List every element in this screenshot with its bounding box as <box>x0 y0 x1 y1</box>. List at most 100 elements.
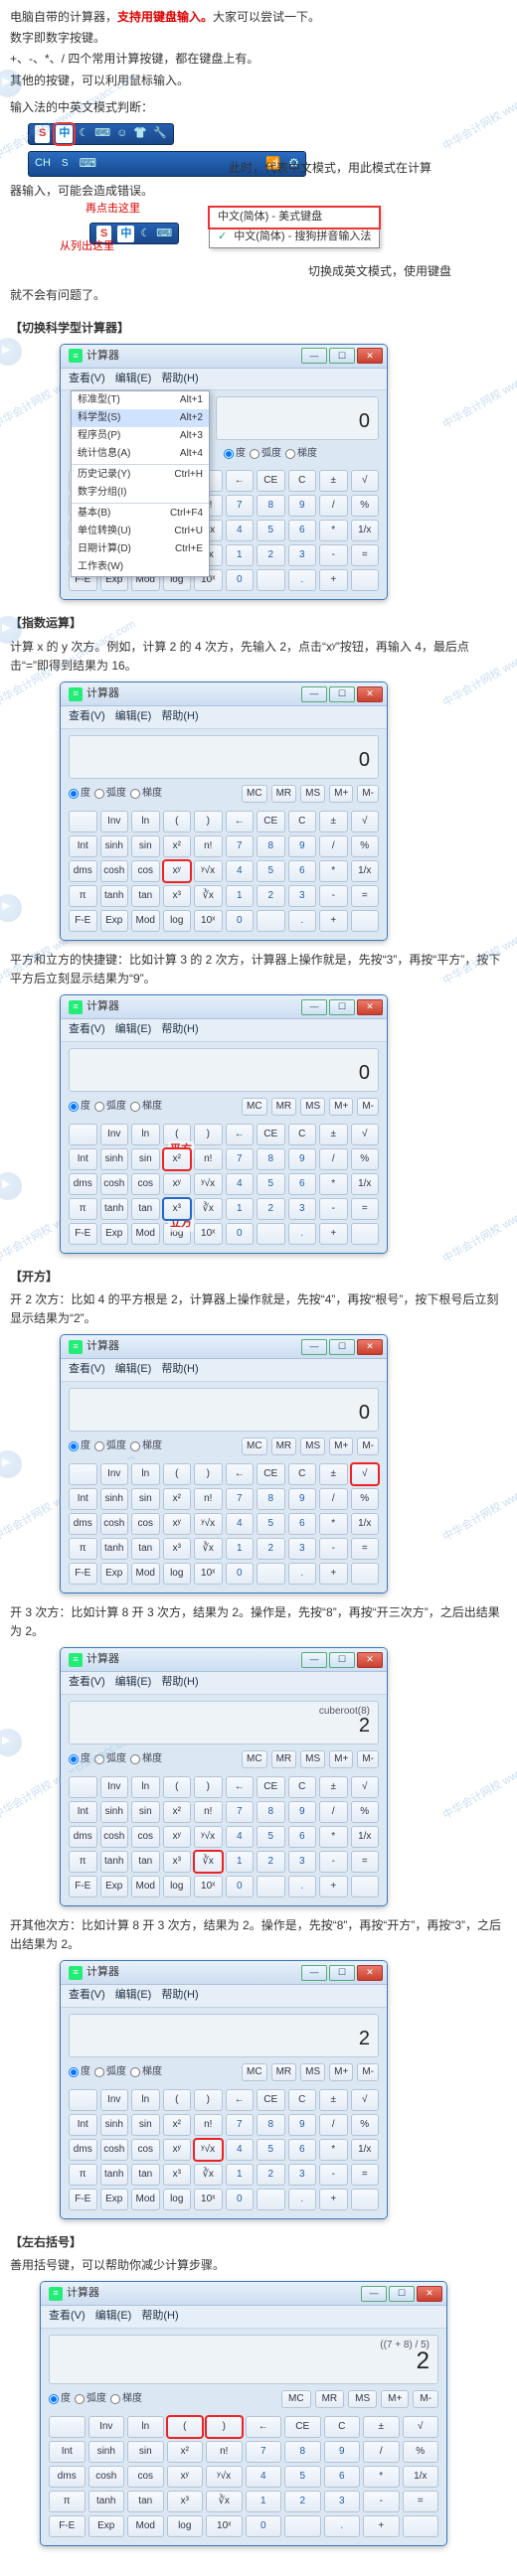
key-8[interactable]: 8 <box>257 835 285 857</box>
key-xʸ[interactable]: xʸ <box>163 860 192 882</box>
key-)[interactable]: ) <box>194 2089 223 2111</box>
mem-mr[interactable]: MR <box>315 2390 345 2408</box>
mode-deg[interactable]: 度 <box>49 2390 71 2408</box>
mem-ms[interactable]: MS <box>348 2390 377 2408</box>
key-9[interactable]: 9 <box>288 495 317 517</box>
key-.[interactable]: . <box>288 1563 317 1585</box>
menu-help[interactable]: 帮助(H) <box>161 1361 198 1379</box>
key-Exp[interactable]: Exp <box>100 1223 129 1245</box>
key-CE[interactable]: CE <box>257 1463 285 1485</box>
maximize-button[interactable]: ☐ <box>329 348 355 364</box>
close-button[interactable]: ✕ <box>357 999 383 1015</box>
menu-edit[interactable]: 编辑(E) <box>115 1021 152 1039</box>
key-←[interactable]: ← <box>226 1463 255 1485</box>
key-.[interactable]: . <box>288 1223 317 1245</box>
key-*[interactable]: * <box>363 2466 400 2488</box>
menu-help[interactable]: 帮助(H) <box>161 371 198 388</box>
mode-grad[interactable]: 梯度 <box>130 2063 162 2081</box>
menu-edit[interactable]: 编辑(E) <box>115 1361 152 1379</box>
key-tan[interactable]: tan <box>131 1538 160 1560</box>
ime-option-sogou[interactable]: 中文(简体) - 搜狗拼音输入法 <box>210 227 379 247</box>
mem-mc[interactable]: MC <box>242 1438 267 1455</box>
emoji-icon[interactable]: ☺ <box>116 125 127 143</box>
key-1/x[interactable]: 1/x <box>403 2466 439 2488</box>
key--[interactable]: - <box>319 1538 348 1560</box>
key-)[interactable]: ) <box>194 1124 223 1145</box>
key-C[interactable]: C <box>324 2416 361 2438</box>
ime-lang-indicator[interactable]: 中 <box>117 226 134 243</box>
key-∛x[interactable]: ∛x <box>194 1198 223 1220</box>
close-button[interactable]: ✕ <box>357 348 383 364</box>
key-1/x[interactable]: 1/x <box>351 520 380 541</box>
menu-view[interactable]: 查看(V) <box>69 1361 105 1379</box>
key-C[interactable]: C <box>288 1124 317 1145</box>
close-button[interactable]: ✕ <box>357 686 383 702</box>
key-ln[interactable]: ln <box>131 1463 160 1485</box>
key-x²[interactable]: x² <box>167 2441 204 2463</box>
key-π[interactable]: π <box>69 1851 97 1873</box>
menu-item-grouping[interactable]: 数字分组(I) <box>72 484 209 502</box>
key-blank[interactable] <box>351 1876 380 1897</box>
key-√[interactable]: √ <box>351 811 380 833</box>
key-Inv[interactable]: Inv <box>100 2089 129 2111</box>
key-sin[interactable]: sin <box>131 2114 160 2136</box>
key-7[interactable]: 7 <box>226 1488 255 1510</box>
mem-mplus[interactable]: M+ <box>329 785 353 803</box>
key-10ˣ[interactable]: 10ˣ <box>194 910 223 932</box>
key-blank[interactable] <box>69 1776 97 1798</box>
key-cos[interactable]: cos <box>131 860 160 882</box>
key-*[interactable]: * <box>319 1173 348 1195</box>
key-cos[interactable]: cos <box>131 1173 160 1195</box>
key-2[interactable]: 2 <box>284 2491 321 2512</box>
key-=[interactable]: = <box>351 544 380 566</box>
menu-item-date[interactable]: 日期计算(D)Ctrl+E <box>72 540 209 558</box>
key-Inv[interactable]: Inv <box>100 1463 129 1485</box>
menu-help[interactable]: 帮助(H) <box>161 1674 198 1692</box>
key-C[interactable]: C <box>288 470 317 492</box>
key-)[interactable]: ) <box>194 1776 223 1798</box>
mem-ms[interactable]: MS <box>300 1438 325 1455</box>
moon-icon[interactable]: ☾ <box>79 125 88 143</box>
key-Int[interactable]: Int <box>69 1801 97 1823</box>
mem-mminus[interactable]: M- <box>413 2390 438 2408</box>
key-1/x[interactable]: 1/x <box>351 1513 380 1535</box>
key-√[interactable]: √ <box>351 1463 380 1485</box>
key--[interactable]: - <box>363 2491 400 2512</box>
key-=[interactable]: = <box>351 1198 380 1220</box>
key-10ˣ[interactable]: 10ˣ <box>194 1876 223 1897</box>
close-button[interactable]: ✕ <box>357 1652 383 1668</box>
maximize-button[interactable]: ☐ <box>329 686 355 702</box>
key-3[interactable]: 3 <box>288 2164 317 2186</box>
close-button[interactable]: ✕ <box>357 1339 383 1355</box>
mem-mplus[interactable]: M+ <box>329 1098 353 1116</box>
menu-help[interactable]: 帮助(H) <box>161 1021 198 1039</box>
key-+[interactable]: + <box>319 569 348 591</box>
key-4[interactable]: 4 <box>226 520 255 541</box>
key-±[interactable]: ± <box>319 2089 348 2111</box>
key-1/x[interactable]: 1/x <box>351 1173 380 1195</box>
key-x³[interactable]: x³ <box>163 1538 192 1560</box>
key-CE[interactable]: CE <box>257 470 285 492</box>
key-Mod[interactable]: Mod <box>131 1563 160 1585</box>
key-sinh[interactable]: sinh <box>88 2441 125 2463</box>
key-x²[interactable]: x² <box>163 835 192 857</box>
menu-view[interactable]: 查看(V) <box>69 1674 105 1692</box>
key-3[interactable]: 3 <box>288 885 317 907</box>
key-√[interactable]: √ <box>351 470 380 492</box>
key-±[interactable]: ± <box>363 2416 400 2438</box>
menu-view[interactable]: 查看(V) <box>69 371 105 388</box>
key-log[interactable]: log <box>163 1876 192 1897</box>
key-∛x[interactable]: ∛x <box>194 885 223 907</box>
key-blank[interactable] <box>257 910 285 932</box>
key-n![interactable]: n! <box>194 1148 223 1170</box>
key-dms[interactable]: dms <box>69 1513 97 1535</box>
key-=[interactable]: = <box>351 885 380 907</box>
key-cos[interactable]: cos <box>131 1513 160 1535</box>
mode-rad[interactable]: 弧度 <box>94 2063 126 2081</box>
key-n![interactable]: n! <box>194 1801 223 1823</box>
mem-ms[interactable]: MS <box>300 2063 325 2081</box>
key-1[interactable]: 1 <box>226 885 255 907</box>
key-n![interactable]: n! <box>194 835 223 857</box>
key-n![interactable]: n! <box>194 2114 223 2136</box>
key--[interactable]: - <box>319 544 348 566</box>
